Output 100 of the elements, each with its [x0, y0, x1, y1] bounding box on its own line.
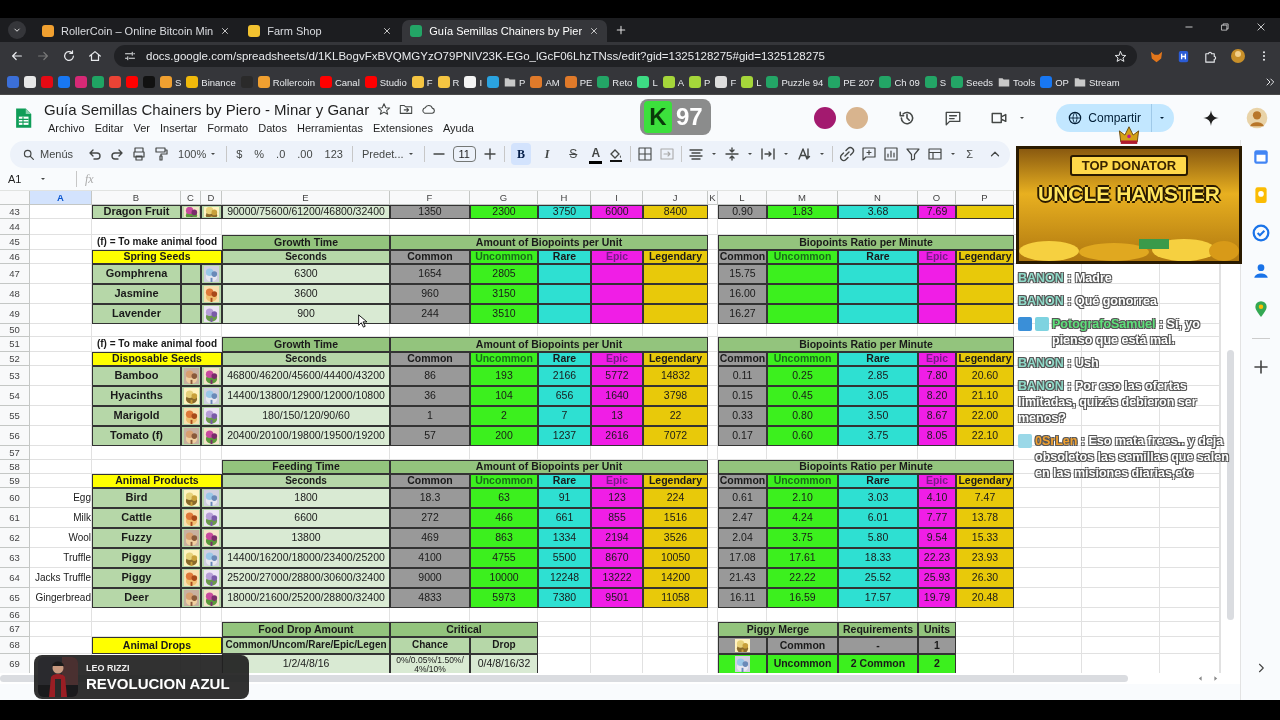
- name-box[interactable]: A1: [8, 173, 68, 186]
- link-icon[interactable]: [839, 146, 856, 163]
- row-header[interactable]: 55: [0, 405, 30, 426]
- paint-format-icon[interactable]: [153, 146, 170, 163]
- close-icon[interactable]: [1256, 22, 1266, 32]
- menu-item[interactable]: Formato: [203, 120, 253, 135]
- bookmark[interactable]: PE 207: [827, 75, 876, 89]
- menu-item[interactable]: Datos: [254, 120, 291, 135]
- bookmark[interactable]: L: [636, 75, 659, 89]
- bookmark[interactable]: Rollercoin: [256, 75, 316, 89]
- calendar-icon[interactable]: [1251, 148, 1270, 166]
- bookmark[interactable]: Canal: [318, 75, 361, 89]
- forward-icon[interactable]: [36, 49, 50, 63]
- increase-decimals-button[interactable]: .00: [294, 146, 316, 163]
- share-button[interactable]: Compartir: [1056, 103, 1174, 132]
- bookmark[interactable]: Binance: [185, 75, 237, 89]
- functions-button[interactable]: Σ: [963, 146, 976, 163]
- bookmark[interactable]: F: [410, 75, 434, 89]
- more-formats-button[interactable]: 123: [321, 146, 346, 163]
- wrap-icon[interactable]: [760, 146, 777, 163]
- bookmark[interactable]: A: [661, 75, 686, 89]
- restore-icon[interactable]: [1220, 22, 1230, 32]
- row-header[interactable]: 64: [0, 567, 30, 588]
- menu-item[interactable]: Archivo: [44, 120, 89, 135]
- bookmark[interactable]: P: [688, 75, 712, 89]
- bookmark[interactable]: Puzzle 94: [765, 75, 825, 89]
- row-header[interactable]: 62: [0, 527, 30, 548]
- bookmark[interactable]: Seeds: [950, 75, 995, 89]
- avatar-icon[interactable]: [1230, 48, 1246, 64]
- percent-button[interactable]: %: [251, 146, 268, 163]
- tasks-icon[interactable]: [1251, 224, 1270, 242]
- menu-item[interactable]: Extensiones: [369, 120, 437, 135]
- avatar-icon[interactable]: [1246, 106, 1268, 129]
- decrease-decimals-button[interactable]: .0: [273, 146, 289, 163]
- address-bar[interactable]: docs.google.com/spreadsheets/d/1KLBogvFxBVQMGYzO79PNIV23K-EGo_lGcF06LhzTNss/edit?gid=1325128275#gid=1325128275: [114, 45, 1137, 67]
- filter-icon[interactable]: [905, 146, 922, 163]
- menu-item[interactable]: Herramientas: [292, 120, 367, 135]
- row-header[interactable]: 61: [0, 507, 30, 528]
- contacts-icon[interactable]: [1251, 262, 1270, 280]
- browser-tab[interactable]: Guía Semillas Chainers by Pier: [402, 20, 608, 42]
- row-header[interactable]: 53: [0, 365, 30, 386]
- row-header[interactable]: 60: [0, 487, 30, 508]
- currency-button[interactable]: $: [233, 146, 246, 163]
- document-title[interactable]: Guía Semillas Chainers by Piero - Minar y Ganar: [44, 100, 370, 118]
- close-icon[interactable]: [220, 26, 231, 36]
- reload-icon[interactable]: [62, 49, 76, 63]
- menu-item[interactable]: Ayuda: [438, 120, 478, 135]
- menu-item[interactable]: Editar: [90, 120, 128, 135]
- browser-tab[interactable]: Farm Shop: [240, 20, 401, 42]
- borders-icon[interactable]: [637, 146, 654, 163]
- row-header[interactable]: 47: [0, 263, 30, 284]
- align-icon[interactable]: [688, 146, 705, 163]
- print-icon[interactable]: [131, 146, 148, 163]
- bookmark[interactable]: OP: [1039, 75, 1070, 89]
- avatar-icon[interactable]: [814, 106, 837, 129]
- strikethrough-button[interactable]: S: [563, 143, 584, 166]
- back-icon[interactable]: [10, 49, 24, 63]
- font-size-field[interactable]: 11: [452, 146, 476, 163]
- bookmark[interactable]: P: [503, 75, 527, 89]
- zoom-select[interactable]: 100%: [175, 146, 221, 163]
- table-icon[interactable]: [927, 146, 944, 163]
- bookmark[interactable]: Ch 09: [878, 75, 921, 89]
- tab-search-button[interactable]: [8, 21, 26, 39]
- bookmark[interactable]: AM: [529, 75, 561, 89]
- shield-icon[interactable]: [1176, 48, 1191, 64]
- add-comment-icon[interactable]: [861, 146, 878, 163]
- chart-icon[interactable]: [883, 146, 900, 163]
- plus-icon[interactable]: [481, 146, 498, 163]
- row-header[interactable]: 56: [0, 425, 30, 446]
- plus-icon[interactable]: [1252, 359, 1269, 375]
- bookmark[interactable]: S: [159, 75, 183, 89]
- browser-tab[interactable]: RollerCoin – Online Bitcoin Min: [34, 20, 239, 42]
- chevron-icon[interactable]: [1264, 76, 1276, 88]
- menu-item[interactable]: Insertar: [155, 120, 202, 135]
- star-icon[interactable]: [377, 102, 392, 116]
- close-icon[interactable]: [589, 26, 600, 36]
- scroll-right-icon[interactable]: [1211, 674, 1220, 684]
- text-color-button[interactable]: A: [589, 144, 603, 164]
- folder-icon[interactable]: [399, 102, 414, 116]
- bookmark[interactable]: PE: [563, 75, 594, 89]
- bookmark[interactable]: F: [714, 75, 738, 89]
- row-header[interactable]: 63: [0, 547, 30, 568]
- font-select[interactable]: Predet...: [358, 146, 418, 163]
- new-tab-icon[interactable]: [615, 24, 628, 36]
- bookmark[interactable]: S: [923, 75, 948, 89]
- bookmark[interactable]: Stream: [1072, 75, 1121, 89]
- vertical-align-icon[interactable]: [724, 146, 741, 163]
- scroll-left-icon[interactable]: [1196, 674, 1205, 684]
- close-icon[interactable]: [382, 26, 393, 36]
- bookmark[interactable]: R: [436, 75, 461, 89]
- row-header[interactable]: 65: [0, 587, 30, 608]
- bookmark[interactable]: L: [740, 75, 763, 89]
- bold-button[interactable]: B: [510, 143, 532, 166]
- row-header[interactable]: 49: [0, 303, 30, 324]
- row-header[interactable]: 69: [0, 653, 30, 674]
- italic-button[interactable]: I: [537, 143, 558, 166]
- menu-item[interactable]: Ver: [129, 120, 154, 135]
- row-header[interactable]: 54: [0, 385, 30, 406]
- bookmark[interactable]: I: [463, 75, 484, 89]
- row-header[interactable]: 48: [0, 283, 30, 304]
